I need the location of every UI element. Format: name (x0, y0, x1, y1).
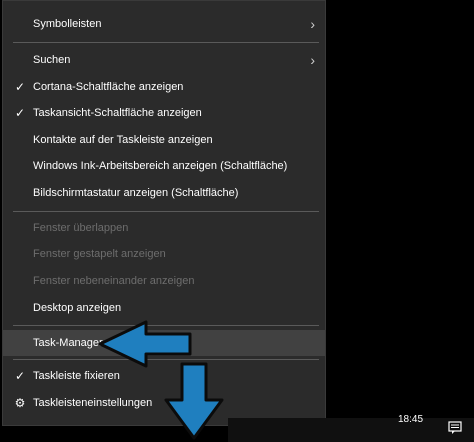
taskbar-clock[interactable]: 18:45 (398, 414, 423, 425)
chevron-right-icon: › (310, 52, 315, 68)
menu-item-windows-ink[interactable]: Windows Ink-Arbeitsbereich anzeigen (Sch… (3, 153, 325, 179)
menu-separator (13, 42, 319, 43)
menu-item-symbolleisten[interactable]: Symbolleisten › (3, 11, 325, 37)
menu-item-label: Fenster nebeneinander anzeigen (33, 275, 195, 287)
menu-item-cortana[interactable]: ✓ Cortana-Schaltfläche anzeigen (3, 74, 325, 100)
menu-item-fenster-ueberlappen: Fenster überlappen (3, 215, 325, 241)
menu-separator (13, 325, 319, 326)
menu-item-taskansicht[interactable]: ✓ Taskansicht-Schaltfläche anzeigen (3, 100, 325, 126)
menu-item-label: Suchen (33, 54, 71, 66)
checkmark-icon: ✓ (14, 80, 26, 94)
menu-item-label: Kontakte auf der Taskleiste anzeigen (33, 134, 213, 146)
menu-item-label: Taskansicht-Schaltfläche anzeigen (33, 107, 202, 119)
menu-item-fenster-nebeneinander: Fenster nebeneinander anzeigen (3, 268, 325, 294)
gear-icon: ⚙ (14, 396, 26, 410)
menu-item-label: Cortana-Schaltfläche anzeigen (33, 81, 184, 93)
taskbar (228, 418, 474, 442)
menu-item-bildschirmtastatur[interactable]: Bildschirmtastatur anzeigen (Schaltfläch… (3, 180, 325, 206)
menu-item-fenster-gestapelt: Fenster gestapelt anzeigen (3, 241, 325, 267)
menu-item-label: Bildschirmtastatur anzeigen (Schaltfläch… (33, 187, 239, 199)
taskbar-context-menu: Symbolleisten › Suchen › ✓ Cortana-Schal… (2, 0, 326, 426)
menu-item-label: Task-Manager (33, 337, 103, 349)
menu-item-label: Desktop anzeigen (33, 302, 122, 314)
menu-item-suchen[interactable]: Suchen › (3, 47, 325, 73)
notification-icon[interactable] (448, 421, 462, 435)
checkmark-icon: ✓ (14, 369, 26, 383)
menu-item-label: Taskleiste fixieren (33, 370, 120, 382)
menu-item-label: Fenster überlappen (33, 222, 129, 234)
menu-item-taskleisteneinstellungen[interactable]: ⚙ Taskleisteneinstellungen (3, 390, 325, 416)
menu-separator (13, 359, 319, 360)
menu-item-label: Symbolleisten (33, 18, 102, 30)
menu-item-kontakte[interactable]: Kontakte auf der Taskleiste anzeigen (3, 127, 325, 153)
chevron-right-icon: › (310, 16, 315, 32)
checkmark-icon: ✓ (14, 106, 26, 120)
menu-item-taskleiste-fixieren[interactable]: ✓ Taskleiste fixieren (3, 363, 325, 389)
menu-item-label: Windows Ink-Arbeitsbereich anzeigen (Sch… (33, 160, 288, 172)
menu-item-task-manager[interactable]: Task-Manager (3, 330, 325, 356)
menu-separator (13, 211, 319, 212)
menu-item-label: Fenster gestapelt anzeigen (33, 248, 166, 260)
menu-item-desktop-anzeigen[interactable]: Desktop anzeigen (3, 295, 325, 321)
menu-item-label: Taskleisteneinstellungen (33, 397, 153, 409)
